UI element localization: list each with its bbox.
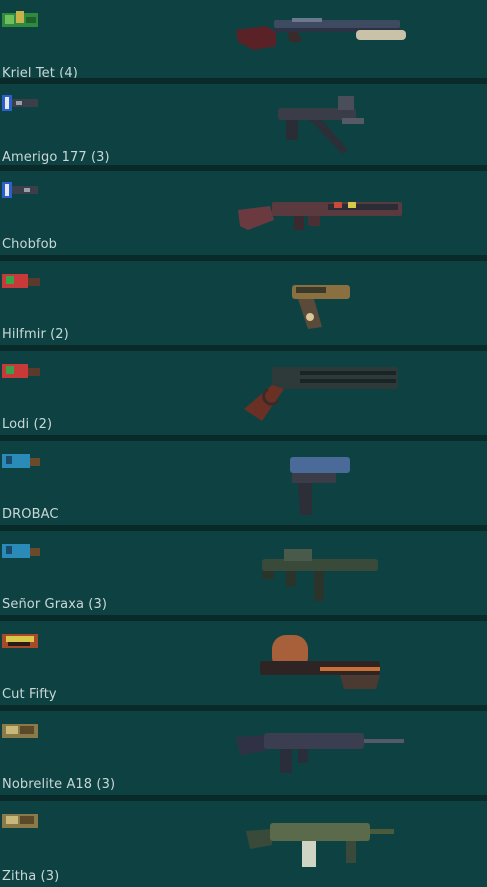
- rarity-badge-icon: [2, 270, 40, 290]
- rarity-badge-icon: [2, 9, 40, 29]
- weapon-row[interactable]: Amerigo 177 (3): [0, 84, 487, 168]
- assault-rifle-icon: [236, 727, 406, 775]
- item-name: Señor Graxa (3): [2, 597, 108, 612]
- weapon-row[interactable]: Señor Graxa (3): [0, 531, 487, 615]
- rarity-badge-icon: [2, 630, 40, 650]
- rarity-badge-icon: [2, 540, 40, 560]
- pump-shotgun-icon: [236, 12, 408, 50]
- item-name: DROBAC: [2, 507, 59, 522]
- assault-rifle-icon: [238, 194, 406, 234]
- item-name: Cut Fifty: [2, 687, 57, 702]
- item-name: Zitha (3): [2, 869, 60, 884]
- weapon-row[interactable]: Kriel Tet (4): [0, 0, 487, 84]
- item-name: Hilfmir (2): [2, 327, 69, 342]
- rarity-badge-icon: [2, 450, 40, 470]
- submachine-gun-icon: [278, 94, 364, 158]
- pistol-icon: [290, 455, 352, 517]
- weapon-row[interactable]: Chobfob: [0, 171, 487, 255]
- item-name: Chobfob: [2, 237, 58, 252]
- item-name: Amerigo 177 (3): [2, 150, 110, 165]
- submachine-gun-icon: [262, 545, 380, 603]
- rarity-badge-icon: [2, 360, 40, 380]
- rarity-badge-icon: [2, 180, 40, 200]
- assault-rifle-icon: [246, 815, 396, 871]
- weapon-row[interactable]: DROBAC: [0, 441, 487, 525]
- item-name: Lodi (2): [2, 417, 53, 432]
- weapon-row[interactable]: Zitha (3): [0, 801, 487, 887]
- weapon-row[interactable]: Cut Fifty: [0, 621, 487, 705]
- weapon-list: Kriel Tet (4) Amerigo 177 (3) Chobfob Hi…: [0, 0, 487, 887]
- item-name: Nobrelite A18 (3): [2, 777, 116, 792]
- weapon-row[interactable]: Lodi (2): [0, 351, 487, 435]
- rarity-badge-icon: [2, 810, 40, 830]
- lever-shotgun-icon: [242, 365, 400, 425]
- weapon-row[interactable]: Hilfmir (2): [0, 261, 487, 345]
- weapon-row[interactable]: Nobrelite A18 (3): [0, 711, 487, 795]
- drum-rifle-icon: [260, 633, 384, 695]
- rarity-badge-icon: [2, 93, 40, 113]
- pistol-icon: [292, 281, 352, 331]
- rarity-badge-icon: [2, 720, 40, 740]
